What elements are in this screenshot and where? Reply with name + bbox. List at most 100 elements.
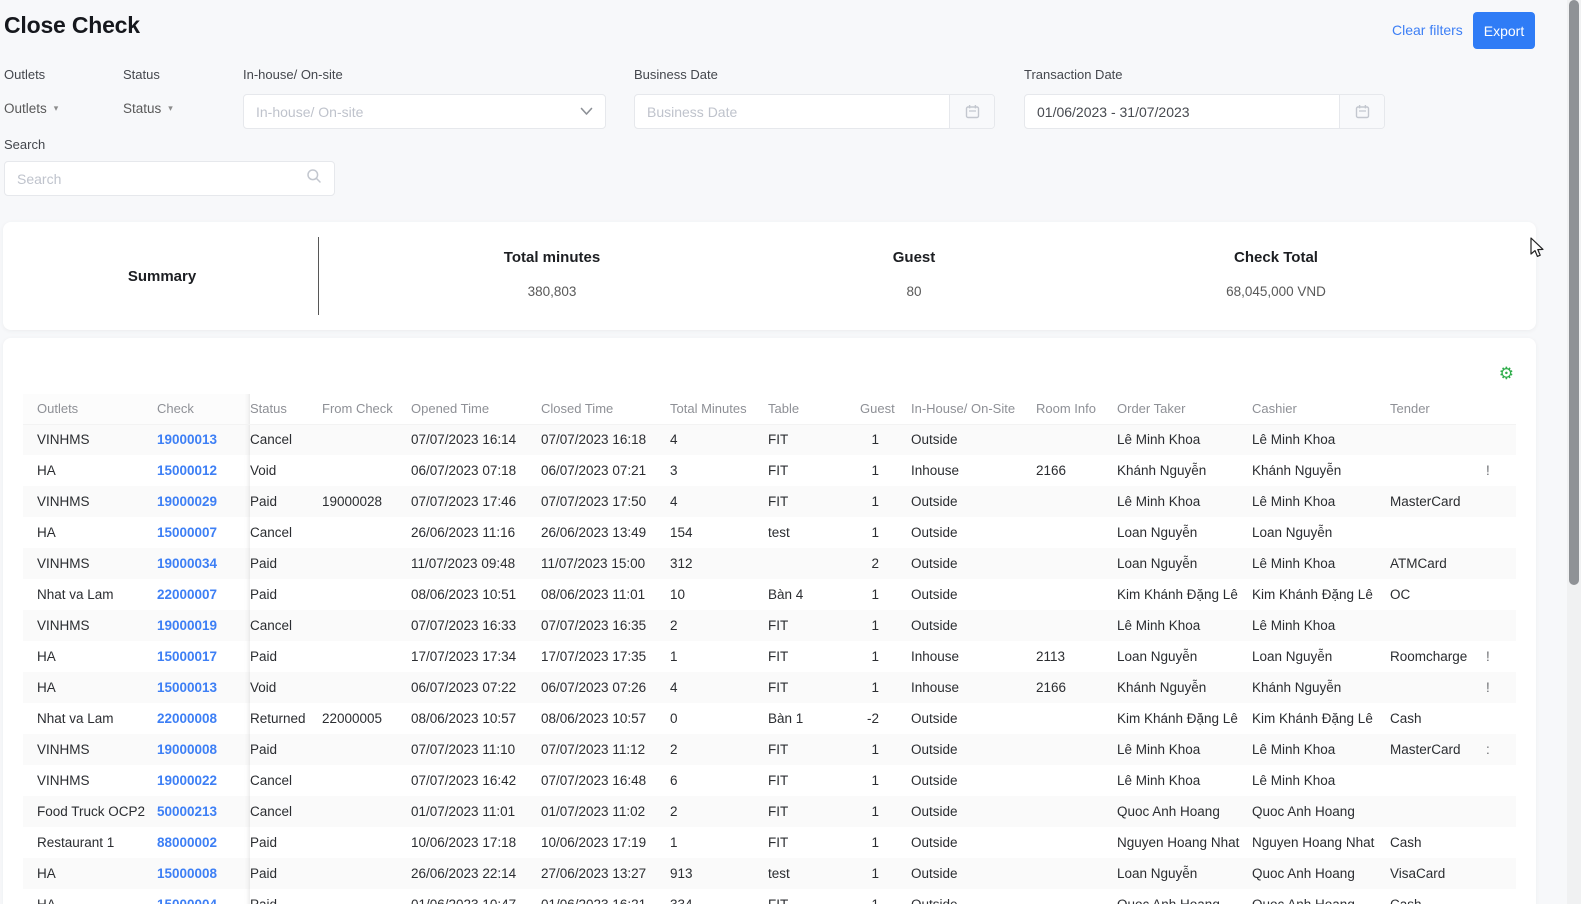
cell-table: FIT: [768, 796, 860, 827]
cell-total-minutes: 0: [670, 703, 768, 734]
cell-outlet: HA: [23, 889, 157, 904]
cell-closed-time: 11/07/2023 15:00: [541, 548, 670, 579]
cell-check: 15000013: [157, 672, 250, 703]
check-link[interactable]: 88000002: [157, 835, 217, 850]
cell-tender: MasterCard: [1390, 486, 1486, 517]
cell-closed-time: 07/07/2023 17:50: [541, 486, 670, 517]
vertical-scrollbar-thumb[interactable]: [1569, 0, 1579, 585]
cell-table: Bàn 1: [768, 703, 860, 734]
check-link[interactable]: 19000034: [157, 556, 217, 571]
cell-inhouse-onsite: Outside: [911, 858, 1036, 889]
cell-edge: [1486, 796, 1516, 827]
cell-guest: 1: [860, 827, 911, 858]
cell-closed-time: 17/07/2023 17:35: [541, 641, 670, 672]
cell-outlet: Nhat va Lam: [23, 703, 157, 734]
status-dropdown-value: Status: [123, 101, 161, 116]
cell-from-check: 19000028: [322, 486, 411, 517]
table-row: VINHMS19000022Cancel07/07/2023 16:4207/0…: [23, 765, 1516, 796]
cell-status: Cancel: [250, 765, 322, 796]
table-row: Nhat va Lam22000008Returned2200000508/06…: [23, 703, 1516, 734]
cell-inhouse-onsite: Outside: [911, 579, 1036, 610]
cell-table: test: [768, 858, 860, 889]
cell-table: FIT: [768, 827, 860, 858]
cell-cashier: Lê Minh Khoa: [1252, 424, 1390, 455]
gear-icon[interactable]: ⚙: [1499, 365, 1514, 382]
check-link[interactable]: 15000007: [157, 525, 217, 540]
check-link[interactable]: 19000013: [157, 432, 217, 447]
business-date-field[interactable]: [634, 94, 995, 129]
cell-outlet: VINHMS: [23, 486, 157, 517]
cell-tender: [1390, 517, 1486, 548]
check-link[interactable]: 15000012: [157, 463, 217, 478]
vertical-scrollbar-track[interactable]: [1567, 0, 1581, 904]
cell-status: Paid: [250, 641, 322, 672]
cell-check: 22000007: [157, 579, 250, 610]
cell-total-minutes: 4: [670, 486, 768, 517]
inhouse-onsite-select[interactable]: In-house/ On-site: [243, 94, 606, 129]
check-link[interactable]: 19000022: [157, 773, 217, 788]
cell-edge: [1486, 827, 1516, 858]
business-date-label: Business Date: [634, 67, 718, 82]
column-header-total-minutes: Total Minutes: [670, 394, 768, 424]
check-link[interactable]: 15000004: [157, 897, 217, 904]
search-label: Search: [4, 137, 45, 152]
cell-check: 19000013: [157, 424, 250, 455]
cell-table: FIT: [768, 610, 860, 641]
export-button[interactable]: Export: [1473, 12, 1535, 49]
cell-guest: 1: [860, 765, 911, 796]
table-row: Restaurant 188000002Paid10/06/2023 17:18…: [23, 827, 1516, 858]
cell-room-info: 2166: [1036, 455, 1117, 486]
business-date-input[interactable]: [635, 95, 949, 128]
cell-closed-time: 06/07/2023 07:21: [541, 455, 670, 486]
status-dropdown[interactable]: Status ▾: [123, 101, 173, 116]
clear-filters-link[interactable]: Clear filters: [1392, 22, 1463, 38]
inhouse-filter-label: In-house/ On-site: [243, 67, 343, 82]
cell-tender: Cash: [1390, 889, 1486, 904]
cell-status: Cancel: [250, 610, 322, 641]
cell-inhouse-onsite: Outside: [911, 424, 1036, 455]
cell-cashier: Quoc Anh Hoang: [1252, 889, 1390, 904]
cell-check: 15000008: [157, 858, 250, 889]
transaction-date-input[interactable]: [1025, 95, 1339, 128]
cell-check: 19000022: [157, 765, 250, 796]
cell-check: 88000002: [157, 827, 250, 858]
cell-cashier: Lê Minh Khoa: [1252, 610, 1390, 641]
cell-room-info: [1036, 548, 1117, 579]
check-link[interactable]: 15000013: [157, 680, 217, 695]
search-icon: [306, 168, 322, 189]
transaction-date-field[interactable]: [1024, 94, 1385, 129]
table-row: HA15000004Paid01/06/2023 10:4701/06/2023…: [23, 889, 1516, 904]
cell-order-taker: Loan Nguyễn: [1117, 641, 1252, 672]
check-link[interactable]: 22000008: [157, 711, 217, 726]
cell-order-taker: Loan Nguyễn: [1117, 858, 1252, 889]
cell-edge: [1486, 765, 1516, 796]
cell-from-check: [322, 641, 411, 672]
check-link[interactable]: 15000008: [157, 866, 217, 881]
cell-opened-time: 26/06/2023 11:16: [411, 517, 541, 548]
summary-divider: [318, 237, 319, 315]
check-link[interactable]: 19000008: [157, 742, 217, 757]
check-link[interactable]: 22000007: [157, 587, 217, 602]
cell-inhouse-onsite: Outside: [911, 827, 1036, 858]
cell-room-info: [1036, 486, 1117, 517]
search-input[interactable]: [17, 171, 306, 187]
table-row: VINHMS19000029Paid1900002807/07/2023 17:…: [23, 486, 1516, 517]
cell-table: FIT: [768, 486, 860, 517]
check-link[interactable]: 50000213: [157, 804, 217, 819]
calendar-icon[interactable]: [1339, 95, 1384, 128]
column-header-status: Status: [250, 394, 322, 424]
column-header-closed-time: Closed Time: [541, 394, 670, 424]
cell-room-info: [1036, 796, 1117, 827]
calendar-icon[interactable]: [949, 95, 994, 128]
check-link[interactable]: 15000017: [157, 649, 217, 664]
search-field[interactable]: [4, 161, 335, 196]
outlets-dropdown[interactable]: Outlets ▾: [4, 101, 58, 116]
cell-table: FIT: [768, 889, 860, 904]
check-link[interactable]: 19000019: [157, 618, 217, 633]
cell-guest: 1: [860, 672, 911, 703]
check-link[interactable]: 19000029: [157, 494, 217, 509]
cell-room-info: [1036, 858, 1117, 889]
cell-room-info: 2166: [1036, 672, 1117, 703]
summary-card: Summary Total minutes 380,803 Guest 80 C…: [3, 222, 1536, 330]
cell-tender: ATMCard: [1390, 548, 1486, 579]
